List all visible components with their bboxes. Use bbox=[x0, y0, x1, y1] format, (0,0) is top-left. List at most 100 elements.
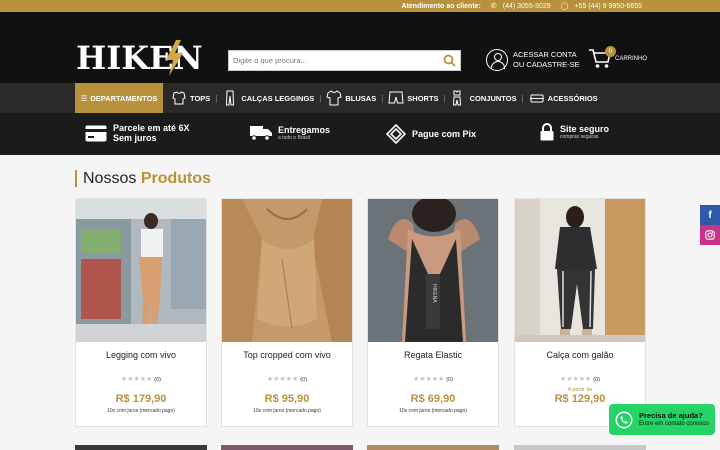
product-name[interactable]: Regata Elastic bbox=[368, 350, 498, 360]
feature-shipping: Entregamos a todo o Brasil bbox=[250, 125, 330, 141]
feature-title: Parcele em até 6X bbox=[113, 123, 190, 133]
product-image[interactable] bbox=[515, 199, 645, 342]
product-rating: ★★★★★ (0) bbox=[515, 375, 645, 383]
top-contact-bar: Atendimento ao cliente: ✆ (44) 3055-3029… bbox=[0, 0, 720, 12]
product-image[interactable]: HIKENA bbox=[368, 199, 498, 342]
product-installments: 10x com juros (mercado pago) bbox=[107, 408, 175, 414]
chat-subtitle: Entre em contato conosco bbox=[639, 421, 709, 427]
feature-installments: Parcele em até 6X Sem juros bbox=[85, 123, 190, 143]
nav-item-leggings[interactable]: CALÇAS LEGGINGS bbox=[219, 90, 317, 106]
user-icon bbox=[486, 49, 508, 71]
search-input[interactable] bbox=[229, 56, 438, 65]
features-strip: Parcele em até 6X Sem juros Entregamos a… bbox=[0, 113, 720, 155]
product-name[interactable]: Top cropped com vivo bbox=[222, 350, 352, 360]
leggings-icon bbox=[226, 90, 235, 106]
star-icons: ★★★★★ bbox=[559, 376, 592, 383]
product-price: R$ 95,90 bbox=[264, 393, 310, 405]
nav-label: BLUSAS bbox=[345, 93, 377, 103]
product-rating: ★★★★★ (0) bbox=[76, 375, 206, 383]
contact-whatsapp[interactable]: +55 (44) 9 9950-6655 bbox=[574, 3, 642, 10]
product-card-next[interactable] bbox=[221, 445, 353, 450]
product-rating: ★★★★★ (0) bbox=[368, 375, 498, 383]
section-title-b: Produtos bbox=[140, 170, 212, 187]
svg-text:HIKENA: HIKENA bbox=[431, 284, 437, 303]
star-icons: ★★★★★ bbox=[120, 376, 153, 383]
product-card-next[interactable] bbox=[367, 445, 499, 450]
product-image[interactable] bbox=[222, 199, 352, 342]
section-title-a: Nossos bbox=[83, 170, 137, 187]
account-link[interactable]: ACESSAR CONTA OU CADASTRE-SE bbox=[486, 49, 580, 71]
star-icons: ★★★★★ bbox=[412, 376, 445, 383]
nav-label: ACESSÓRIOS bbox=[547, 93, 598, 103]
product-card-next[interactable] bbox=[75, 445, 207, 450]
accessories-icon bbox=[529, 94, 544, 103]
top-icon bbox=[172, 91, 186, 105]
product-card[interactable]: Top cropped com vivo ★★★★★ (0) R$ 95,90 … bbox=[221, 198, 353, 427]
whatsapp-small-icon: ◯ bbox=[560, 3, 569, 10]
product-installments: 10x com juros (mercado pago) bbox=[399, 408, 467, 414]
search-bar bbox=[228, 50, 461, 71]
whatsapp-icon bbox=[615, 411, 633, 428]
lightning-bolt-icon bbox=[166, 40, 183, 76]
nav-item-conjuntos[interactable]: CONJUNTOS bbox=[448, 90, 520, 106]
nav-item-tops[interactable]: TOPS bbox=[168, 90, 213, 106]
feature-title: Entregamos bbox=[278, 125, 331, 135]
cart-label: CARRINHO bbox=[615, 56, 648, 62]
site-header: HIKENA ACESSAR CONTA OU CADASTRE-SE 0 CA… bbox=[0, 12, 720, 117]
review-count: (0) bbox=[446, 377, 454, 383]
product-price: R$ 69,90 bbox=[410, 393, 456, 405]
search-button[interactable] bbox=[438, 51, 460, 70]
feature-secure: Site seguro compras seguras bbox=[540, 123, 609, 141]
instagram-icon bbox=[705, 230, 715, 240]
feature-pix: Pague com Pix bbox=[386, 124, 476, 144]
account-line2: OU CADASTRE-SE bbox=[513, 60, 580, 69]
review-count: (0) bbox=[300, 377, 308, 383]
facebook-button[interactable]: f bbox=[700, 205, 720, 225]
nav-label: CALÇAS LEGGINGS bbox=[241, 93, 315, 103]
review-count: (0) bbox=[154, 377, 162, 383]
contact-label: Atendimento ao cliente: bbox=[401, 2, 481, 10]
truck-icon bbox=[250, 126, 272, 141]
feature-title: Pague com Pix bbox=[412, 129, 477, 139]
departments-label: DEPARTAMENTOS bbox=[90, 93, 158, 103]
lock-icon bbox=[540, 123, 554, 141]
nav-categories: TOPS | CALÇAS LEGGINGS | BLUSAS | SHORTS… bbox=[168, 83, 601, 113]
product-name[interactable]: Calça com galão bbox=[515, 350, 645, 360]
shorts-icon bbox=[388, 91, 404, 104]
phone-icon: ✆ bbox=[490, 3, 497, 10]
product-image[interactable] bbox=[76, 199, 206, 342]
nav-label: CONJUNTOS bbox=[469, 93, 517, 103]
product-card[interactable]: Calça com galão ★★★★★ (0) A partir de R$… bbox=[514, 198, 646, 427]
cart-count-badge: 0 bbox=[605, 46, 616, 57]
feature-title: Site seguro bbox=[560, 124, 610, 134]
nav-label: SHORTS bbox=[407, 93, 439, 103]
card-icon bbox=[85, 125, 107, 141]
main-nav: ☰ DEPARTAMENTOS TOPS | CALÇAS LEGGINGS |… bbox=[0, 83, 720, 113]
search-icon bbox=[443, 54, 456, 67]
pix-icon bbox=[386, 124, 406, 144]
site-logo[interactable]: HIKENA bbox=[76, 38, 206, 117]
feature-sub: a todo o Brasil bbox=[278, 135, 310, 141]
contact-phone[interactable]: (44) 3055-3029 bbox=[503, 3, 551, 10]
product-name[interactable]: Legging com vivo bbox=[76, 350, 206, 360]
product-rating: ★★★★★ (0) bbox=[222, 375, 352, 383]
hamburger-icon: ☰ bbox=[80, 93, 88, 103]
nav-item-acessorios[interactable]: ACESSÓRIOS bbox=[526, 90, 601, 106]
shirt-icon bbox=[326, 90, 342, 106]
star-icons: ★★★★★ bbox=[266, 376, 299, 383]
departments-button[interactable]: ☰ DEPARTAMENTOS bbox=[75, 83, 163, 113]
product-installments: 10x com juros (mercado pago) bbox=[253, 408, 321, 414]
feature-sub: compras seguras bbox=[560, 134, 599, 140]
nav-item-blusas[interactable]: BLUSAS bbox=[323, 90, 379, 106]
product-card-next[interactable] bbox=[514, 445, 646, 450]
product-card[interactable]: HIKENA Regata Elastic ★★★★★ (0) R$ 69,90… bbox=[367, 198, 499, 427]
review-count: (0) bbox=[593, 377, 601, 383]
product-card[interactable]: Legging com vivo ★★★★★ (0) R$ 179,90 10x… bbox=[75, 198, 207, 427]
chat-title: Precisa de ajuda? bbox=[639, 411, 703, 420]
whatsapp-chat-button[interactable]: Precisa de ajuda? Entre em contato conos… bbox=[609, 404, 715, 435]
cart-button[interactable]: 0 CARRINHO bbox=[588, 46, 648, 70]
nav-item-shorts[interactable]: SHORTS bbox=[385, 90, 441, 106]
section-title: Nossos Produtos bbox=[75, 170, 211, 187]
product-price: R$ 179,90 bbox=[115, 393, 167, 405]
instagram-button[interactable] bbox=[700, 225, 720, 245]
